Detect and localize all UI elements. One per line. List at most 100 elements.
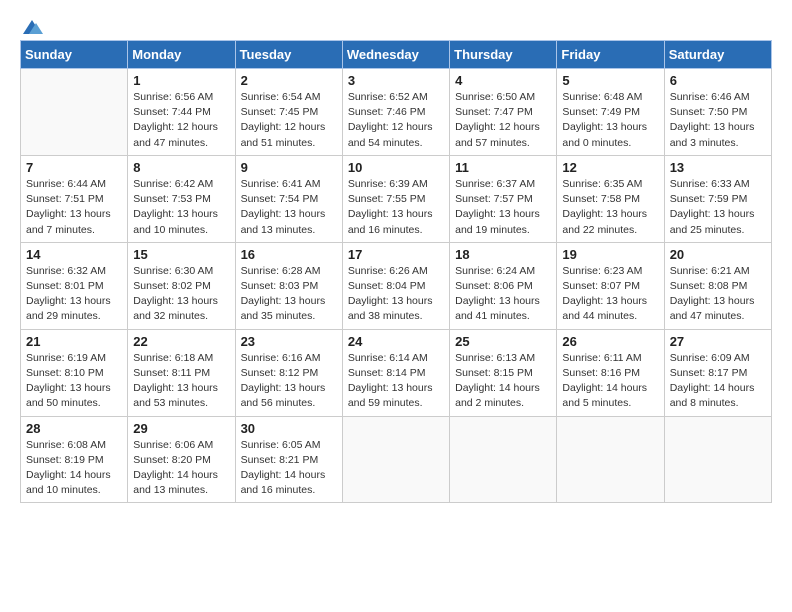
day-info: Sunrise: 6:42 AM Sunset: 7:53 PM Dayligh… xyxy=(133,177,229,238)
day-info: Sunrise: 6:41 AM Sunset: 7:54 PM Dayligh… xyxy=(241,177,337,238)
weekday-header-cell: Monday xyxy=(128,41,235,69)
calendar-cell: 20 Sunrise: 6:21 AM Sunset: 8:08 PM Dayli… xyxy=(664,242,771,329)
calendar-cell: 24 Sunrise: 6:14 AM Sunset: 8:14 PM Dayli… xyxy=(342,329,449,416)
calendar-week-row: 28 Sunrise: 6:08 AM Sunset: 8:19 PM Dayli… xyxy=(21,416,772,503)
calendar-cell: 14 Sunrise: 6:32 AM Sunset: 8:01 PM Dayli… xyxy=(21,242,128,329)
day-info: Sunrise: 6:56 AM Sunset: 7:44 PM Dayligh… xyxy=(133,90,229,151)
page-container: SundayMondayTuesdayWednesdayThursdayFrid… xyxy=(0,0,792,521)
day-number: 24 xyxy=(348,334,444,349)
calendar-cell: 21 Sunrise: 6:19 AM Sunset: 8:10 PM Dayli… xyxy=(21,329,128,416)
calendar-cell: 16 Sunrise: 6:28 AM Sunset: 8:03 PM Dayli… xyxy=(235,242,342,329)
calendar-cell xyxy=(664,416,771,503)
day-number: 22 xyxy=(133,334,229,349)
calendar-week-row: 14 Sunrise: 6:32 AM Sunset: 8:01 PM Dayli… xyxy=(21,242,772,329)
calendar-week-row: 1 Sunrise: 6:56 AM Sunset: 7:44 PM Daylig… xyxy=(21,69,772,156)
day-number: 5 xyxy=(562,73,658,88)
day-info: Sunrise: 6:28 AM Sunset: 8:03 PM Dayligh… xyxy=(241,264,337,325)
day-info: Sunrise: 6:19 AM Sunset: 8:10 PM Dayligh… xyxy=(26,351,122,412)
calendar-cell: 7Sunrise: 6:44 AM Sunset: 7:51 PM Daylig… xyxy=(21,155,128,242)
calendar-cell: 1 Sunrise: 6:56 AM Sunset: 7:44 PM Daylig… xyxy=(128,69,235,156)
calendar-cell: 3Sunrise: 6:52 AM Sunset: 7:46 PM Daylig… xyxy=(342,69,449,156)
day-number: 16 xyxy=(241,247,337,262)
calendar-cell: 10 Sunrise: 6:39 AM Sunset: 7:55 PM Dayli… xyxy=(342,155,449,242)
day-info: Sunrise: 6:32 AM Sunset: 8:01 PM Dayligh… xyxy=(26,264,122,325)
weekday-header-cell: Saturday xyxy=(664,41,771,69)
day-info: Sunrise: 6:18 AM Sunset: 8:11 PM Dayligh… xyxy=(133,351,229,412)
day-number: 11 xyxy=(455,160,551,175)
day-number: 10 xyxy=(348,160,444,175)
day-info: Sunrise: 6:08 AM Sunset: 8:19 PM Dayligh… xyxy=(26,438,122,499)
calendar-cell xyxy=(450,416,557,503)
calendar-cell: 12Sunrise: 6:35 AM Sunset: 7:58 PM Dayli… xyxy=(557,155,664,242)
calendar-cell: 6 Sunrise: 6:46 AM Sunset: 7:50 PM Daylig… xyxy=(664,69,771,156)
calendar-cell: 26 Sunrise: 6:11 AM Sunset: 8:16 PM Dayli… xyxy=(557,329,664,416)
calendar-body: 1 Sunrise: 6:56 AM Sunset: 7:44 PM Daylig… xyxy=(21,69,772,503)
day-number: 30 xyxy=(241,421,337,436)
day-number: 3 xyxy=(348,73,444,88)
day-info: Sunrise: 6:14 AM Sunset: 8:14 PM Dayligh… xyxy=(348,351,444,412)
day-info: Sunrise: 6:21 AM Sunset: 8:08 PM Dayligh… xyxy=(670,264,766,325)
day-number: 1 xyxy=(133,73,229,88)
calendar-cell xyxy=(342,416,449,503)
calendar-cell: 18 Sunrise: 6:24 AM Sunset: 8:06 PM Dayli… xyxy=(450,242,557,329)
day-info: Sunrise: 6:06 AM Sunset: 8:20 PM Dayligh… xyxy=(133,438,229,499)
day-number: 9 xyxy=(241,160,337,175)
calendar-cell: 29 Sunrise: 6:06 AM Sunset: 8:20 PM Dayli… xyxy=(128,416,235,503)
weekday-header-cell: Wednesday xyxy=(342,41,449,69)
day-number: 8 xyxy=(133,160,229,175)
calendar-cell: 25 Sunrise: 6:13 AM Sunset: 8:15 PM Dayli… xyxy=(450,329,557,416)
day-number: 13 xyxy=(670,160,766,175)
calendar-header-row: SundayMondayTuesdayWednesdayThursdayFrid… xyxy=(21,41,772,69)
day-number: 18 xyxy=(455,247,551,262)
day-info: Sunrise: 6:09 AM Sunset: 8:17 PM Dayligh… xyxy=(670,351,766,412)
day-number: 6 xyxy=(670,73,766,88)
day-number: 4 xyxy=(455,73,551,88)
calendar-cell: 22 Sunrise: 6:18 AM Sunset: 8:11 PM Dayli… xyxy=(128,329,235,416)
day-number: 12 xyxy=(562,160,658,175)
day-number: 29 xyxy=(133,421,229,436)
header xyxy=(20,18,772,32)
day-info: Sunrise: 6:33 AM Sunset: 7:59 PM Dayligh… xyxy=(670,177,766,238)
day-number: 28 xyxy=(26,421,122,436)
calendar-cell: 11Sunrise: 6:37 AM Sunset: 7:57 PM Dayli… xyxy=(450,155,557,242)
calendar-cell xyxy=(557,416,664,503)
calendar-cell: 4 Sunrise: 6:50 AM Sunset: 7:47 PM Daylig… xyxy=(450,69,557,156)
day-info: Sunrise: 6:11 AM Sunset: 8:16 PM Dayligh… xyxy=(562,351,658,412)
day-number: 7 xyxy=(26,160,122,175)
day-info: Sunrise: 6:39 AM Sunset: 7:55 PM Dayligh… xyxy=(348,177,444,238)
day-info: Sunrise: 6:30 AM Sunset: 8:02 PM Dayligh… xyxy=(133,264,229,325)
calendar-week-row: 21 Sunrise: 6:19 AM Sunset: 8:10 PM Dayli… xyxy=(21,329,772,416)
day-info: Sunrise: 6:16 AM Sunset: 8:12 PM Dayligh… xyxy=(241,351,337,412)
calendar-cell: 17 Sunrise: 6:26 AM Sunset: 8:04 PM Dayli… xyxy=(342,242,449,329)
day-number: 14 xyxy=(26,247,122,262)
day-number: 27 xyxy=(670,334,766,349)
calendar-cell: 28 Sunrise: 6:08 AM Sunset: 8:19 PM Dayli… xyxy=(21,416,128,503)
day-number: 26 xyxy=(562,334,658,349)
calendar-cell: 15Sunrise: 6:30 AM Sunset: 8:02 PM Dayli… xyxy=(128,242,235,329)
day-number: 20 xyxy=(670,247,766,262)
calendar-table: SundayMondayTuesdayWednesdayThursdayFrid… xyxy=(20,40,772,503)
weekday-header-cell: Tuesday xyxy=(235,41,342,69)
day-number: 25 xyxy=(455,334,551,349)
logo xyxy=(20,18,43,32)
calendar-cell: 19 Sunrise: 6:23 AM Sunset: 8:07 PM Dayli… xyxy=(557,242,664,329)
day-number: 19 xyxy=(562,247,658,262)
day-info: Sunrise: 6:13 AM Sunset: 8:15 PM Dayligh… xyxy=(455,351,551,412)
day-info: Sunrise: 6:46 AM Sunset: 7:50 PM Dayligh… xyxy=(670,90,766,151)
logo-icon xyxy=(21,18,43,36)
day-number: 21 xyxy=(26,334,122,349)
weekday-header-cell: Sunday xyxy=(21,41,128,69)
day-info: Sunrise: 6:23 AM Sunset: 8:07 PM Dayligh… xyxy=(562,264,658,325)
day-info: Sunrise: 6:50 AM Sunset: 7:47 PM Dayligh… xyxy=(455,90,551,151)
weekday-header-cell: Thursday xyxy=(450,41,557,69)
day-number: 23 xyxy=(241,334,337,349)
day-info: Sunrise: 6:24 AM Sunset: 8:06 PM Dayligh… xyxy=(455,264,551,325)
calendar-cell: 9 Sunrise: 6:41 AM Sunset: 7:54 PM Daylig… xyxy=(235,155,342,242)
day-info: Sunrise: 6:48 AM Sunset: 7:49 PM Dayligh… xyxy=(562,90,658,151)
day-number: 2 xyxy=(241,73,337,88)
day-number: 17 xyxy=(348,247,444,262)
calendar-cell: 30Sunrise: 6:05 AM Sunset: 8:21 PM Dayli… xyxy=(235,416,342,503)
calendar-cell: 2Sunrise: 6:54 AM Sunset: 7:45 PM Daylig… xyxy=(235,69,342,156)
day-info: Sunrise: 6:26 AM Sunset: 8:04 PM Dayligh… xyxy=(348,264,444,325)
calendar-cell: 23 Sunrise: 6:16 AM Sunset: 8:12 PM Dayli… xyxy=(235,329,342,416)
